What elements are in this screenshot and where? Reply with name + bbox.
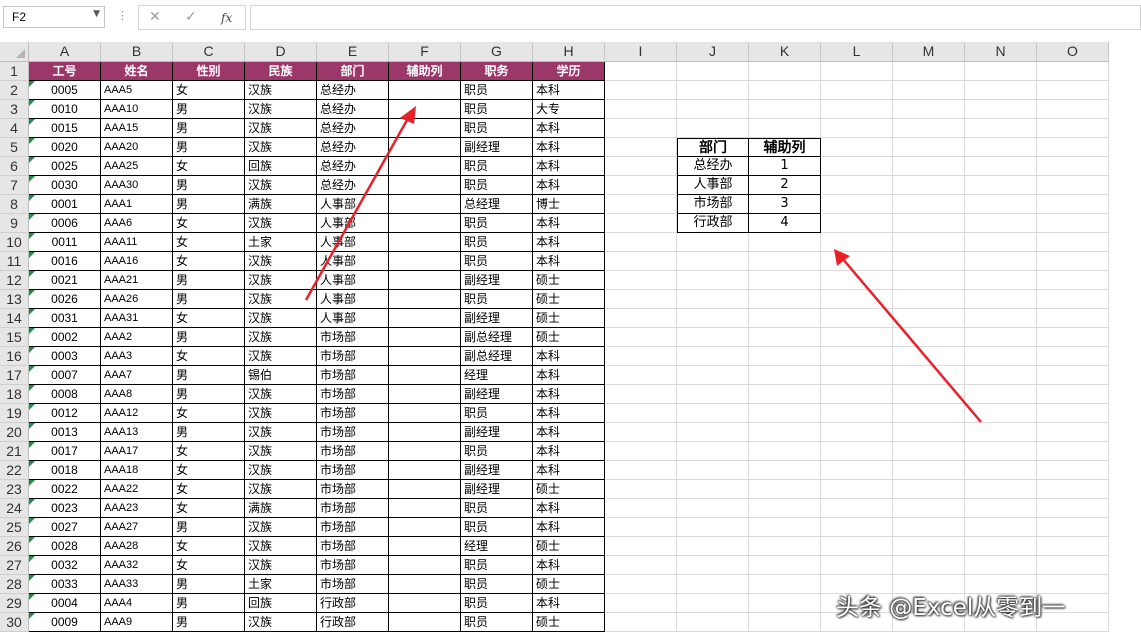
- annotation-arrows: [304, 106, 982, 423]
- annotation-arrow-to-lookup-table: [841, 257, 982, 423]
- annotation-arrowhead-helper-column: [400, 106, 416, 124]
- annotation-arrow-to-helper-column: [304, 112, 413, 301]
